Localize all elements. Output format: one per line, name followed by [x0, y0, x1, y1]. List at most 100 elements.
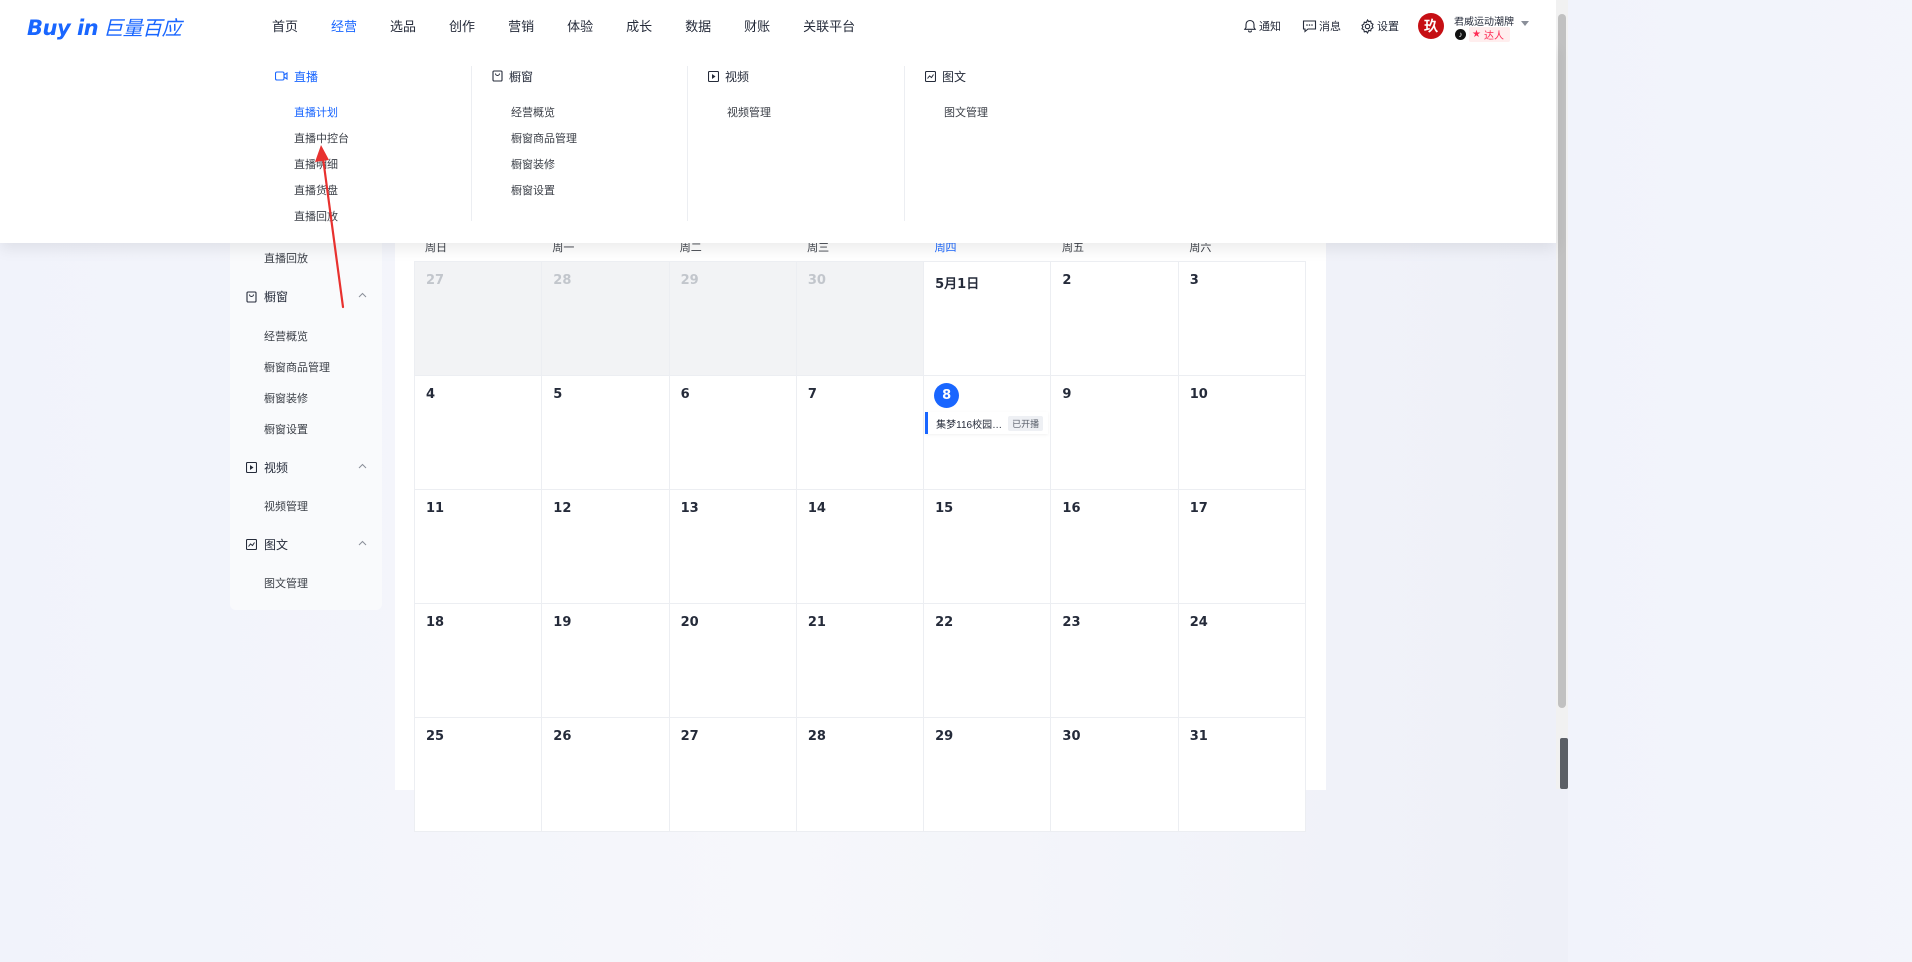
calendar-day-cell[interactable]: 21: [796, 604, 925, 718]
calendar-week-row: 27 28 29 30 5月1日 2 3: [415, 262, 1306, 376]
calendar-day-cell[interactable]: 4: [415, 376, 543, 490]
calendar-day-cell[interactable]: 22: [924, 604, 1052, 718]
menu-group-window: 橱窗: [492, 66, 687, 86]
menu-item-article-management[interactable]: 图文管理: [944, 104, 988, 120]
menu-item-live-console[interactable]: 直播中控台: [294, 130, 349, 146]
logo-cn: 巨量百应: [103, 16, 182, 40]
day-number: 4: [426, 387, 436, 402]
message-button[interactable]: 消息: [1302, 18, 1341, 34]
menu-item-video-management[interactable]: 视频管理: [727, 104, 771, 120]
day-number: 19: [553, 615, 572, 630]
nav-creation[interactable]: 创作: [449, 0, 475, 52]
sidebar-group-video[interactable]: 视频: [246, 459, 374, 476]
chevron-down-icon[interactable]: [1521, 21, 1529, 26]
calendar-day-cell[interactable]: 29: [924, 718, 1052, 832]
nav-marketing[interactable]: 营销: [508, 0, 534, 52]
calendar-day-cell[interactable]: 12: [542, 490, 670, 604]
sidebar-item-article-management[interactable]: 图文管理: [264, 575, 308, 591]
calendar-day-cell[interactable]: 27: [669, 718, 797, 832]
settings-label: 设置: [1377, 21, 1399, 33]
day-number: 13: [680, 501, 699, 516]
calendar-day-cell[interactable]: 30: [796, 262, 925, 376]
user-name: 君威运动潮牌: [1454, 17, 1514, 28]
menu-item-overview[interactable]: 经营概览: [511, 104, 555, 120]
menu-column-live: 直播 直播计划 直播中控台 直播明细 直播货盘 直播回放: [275, 66, 472, 224]
calendar-day-cell[interactable]: 31: [1178, 718, 1306, 832]
calendar-day-cell[interactable]: 27: [415, 262, 543, 376]
calendar-day-cell[interactable]: 29: [669, 262, 797, 376]
logo-brand: Buy in: [27, 16, 99, 40]
chevron-up-icon: [358, 540, 367, 546]
calendar-day-cell[interactable]: 5: [542, 376, 670, 490]
menu-item-window-products[interactable]: 橱窗商品管理: [511, 130, 577, 146]
calendar-week-row: 4 5 6 7 8 集梦116校园… 已开播 9 10: [415, 376, 1306, 490]
sidebar-item-window-products[interactable]: 橱窗商品管理: [264, 359, 330, 375]
calendar-day-cell[interactable]: 5月1日: [924, 262, 1052, 376]
sidebar-item-window-decoration[interactable]: 橱窗装修: [264, 390, 308, 406]
calendar-day-cell[interactable]: 26: [542, 718, 670, 832]
menu-item-live-plan[interactable]: 直播计划: [294, 104, 338, 120]
settings-button[interactable]: 设置: [1360, 18, 1399, 34]
calendar-day-cell[interactable]: 25: [415, 718, 543, 832]
sidebar-group-window[interactable]: 橱窗: [246, 288, 374, 305]
live-event-card[interactable]: 集梦116校园… 已开播: [925, 412, 1049, 434]
sidebar-item-overview[interactable]: 经营概览: [264, 328, 308, 344]
sidebar-item-video-management[interactable]: 视频管理: [264, 498, 308, 514]
day-number: 9: [1062, 387, 1072, 402]
calendar-week-row: 25 26 27 28 29 30 31: [415, 718, 1306, 832]
nav-operation[interactable]: 经营: [331, 0, 357, 52]
calendar-day-cell[interactable]: 23: [1051, 604, 1179, 718]
menu-item-window-decoration[interactable]: 橱窗装修: [511, 156, 555, 172]
menu-group-window-label: 橱窗: [509, 69, 534, 84]
nav-growth[interactable]: 成长: [626, 0, 652, 52]
sidebar-group-article-label: 图文: [264, 538, 289, 552]
calendar-day-cell[interactable]: 9: [1051, 376, 1179, 490]
day-number: 24: [1189, 615, 1208, 630]
menu-item-window-settings[interactable]: 橱窗设置: [511, 182, 555, 198]
calendar-day-cell[interactable]: 14: [796, 490, 925, 604]
calendar-day-cell[interactable]: 10: [1178, 376, 1306, 490]
menu-item-live-details[interactable]: 直播明细: [294, 156, 338, 172]
calendar-day-cell[interactable]: 13: [669, 490, 797, 604]
calendar-day-cell[interactable]: 7: [796, 376, 925, 490]
calendar-day-cell[interactable]: 17: [1178, 490, 1306, 604]
nav-product-selection[interactable]: 选品: [390, 0, 416, 52]
sidebar-item-window-settings[interactable]: 橱窗设置: [264, 421, 308, 437]
sidebar-item-live-replay[interactable]: 直播回放: [264, 250, 308, 266]
calendar-day-cell[interactable]: 18: [415, 604, 543, 718]
day-number: 23: [1062, 615, 1081, 630]
menu-item-live-replay[interactable]: 直播回放: [294, 208, 338, 224]
nav-home[interactable]: 首页: [272, 0, 298, 52]
notify-button[interactable]: 通知: [1243, 18, 1281, 34]
nav-experience[interactable]: 体验: [567, 0, 593, 52]
calendar-day-cell[interactable]: 16: [1051, 490, 1179, 604]
calendar-week-row: 11 12 13 14 15 16 17: [415, 490, 1306, 604]
image-text-icon: [246, 539, 257, 550]
avatar[interactable]: 玖: [1418, 13, 1444, 39]
calendar-day-cell[interactable]: 30: [1051, 718, 1179, 832]
top-navigation-bar: Buy in 巨量百应 首页 经营 选品 创作 营销 体验 成长 数据 财账 关联…: [0, 0, 1556, 52]
menu-column-video: 视频 视频管理: [708, 66, 905, 221]
calendar-day-cell[interactable]: 11: [415, 490, 543, 604]
calendar-day-cell[interactable]: 2: [1051, 262, 1179, 376]
day-number: 18: [426, 615, 445, 630]
calendar-day-cell[interactable]: 19: [542, 604, 670, 718]
calendar-day-cell[interactable]: 15: [924, 490, 1052, 604]
nav-finance[interactable]: 财账: [744, 0, 770, 52]
day-number: 22: [935, 615, 954, 630]
calendar-day-cell[interactable]: 3: [1178, 262, 1306, 376]
page-scrollbar-thumb[interactable]: [1558, 14, 1566, 708]
buyin-logo[interactable]: Buy in 巨量百应: [27, 12, 182, 41]
sidebar-group-article[interactable]: 图文: [246, 536, 374, 553]
gear-icon: [1361, 18, 1374, 34]
menu-item-live-goods[interactable]: 直播货盘: [294, 182, 338, 198]
calendar-day-cell[interactable]: 24: [1178, 604, 1306, 718]
calendar-day-cell[interactable]: 6: [669, 376, 797, 490]
nav-linked-platform[interactable]: 关联平台: [803, 0, 855, 52]
nav-data[interactable]: 数据: [685, 0, 711, 52]
calendar-day-cell[interactable]: 8 集梦116校园… 已开播: [924, 376, 1052, 490]
calendar-day-cell[interactable]: 20: [669, 604, 797, 718]
side-widget-handle[interactable]: [1560, 738, 1568, 789]
calendar-day-cell[interactable]: 28: [542, 262, 670, 376]
calendar-day-cell[interactable]: 28: [796, 718, 925, 832]
